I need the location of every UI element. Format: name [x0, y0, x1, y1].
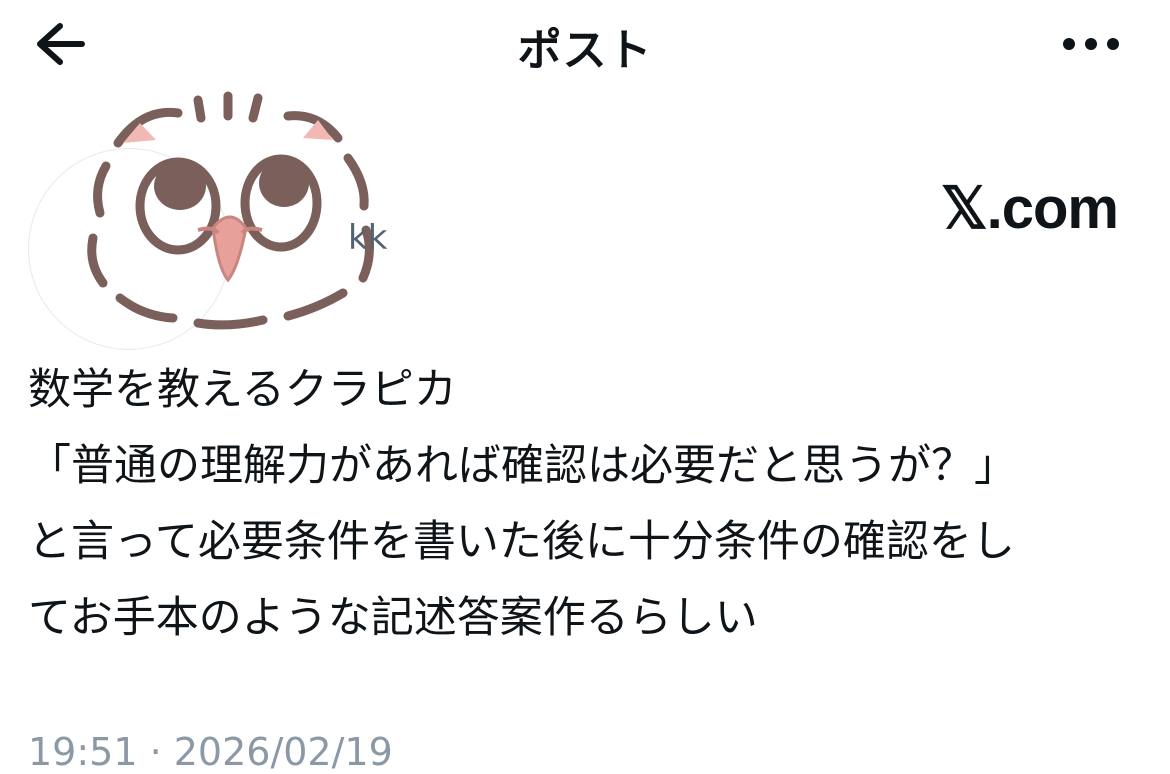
post-timestamp[interactable]: 19:51 · 2026/02/19	[28, 730, 393, 774]
page-title: ポスト	[517, 25, 653, 76]
more-horizontal-icon	[1063, 38, 1119, 50]
post-line-2: 「普通の理解力があれば確認は必要だと思うが？」	[28, 441, 1017, 491]
post-line-4: てお手本のような記述答案作るらしい	[28, 593, 758, 643]
more-button[interactable]	[1060, 26, 1122, 62]
post-line-3: と言って必要条件を書いた後に十分条件の確認をし	[28, 517, 1015, 567]
site-watermark: 𝕏.com	[940, 176, 1119, 241]
post-line-1: 数学を教えるクラピカ	[28, 365, 457, 415]
author-handle[interactable]: kk	[348, 218, 387, 258]
post-text: 数学を教えるクラピカ 「普通の理解力があれば確認は必要だと思うが？」 と言って必…	[28, 352, 1143, 656]
cartoon-owl-avatar[interactable]	[48, 88, 388, 333]
post-author: kk 𝕏.com	[28, 88, 1138, 350]
top-bar: ポスト	[0, 0, 1170, 90]
